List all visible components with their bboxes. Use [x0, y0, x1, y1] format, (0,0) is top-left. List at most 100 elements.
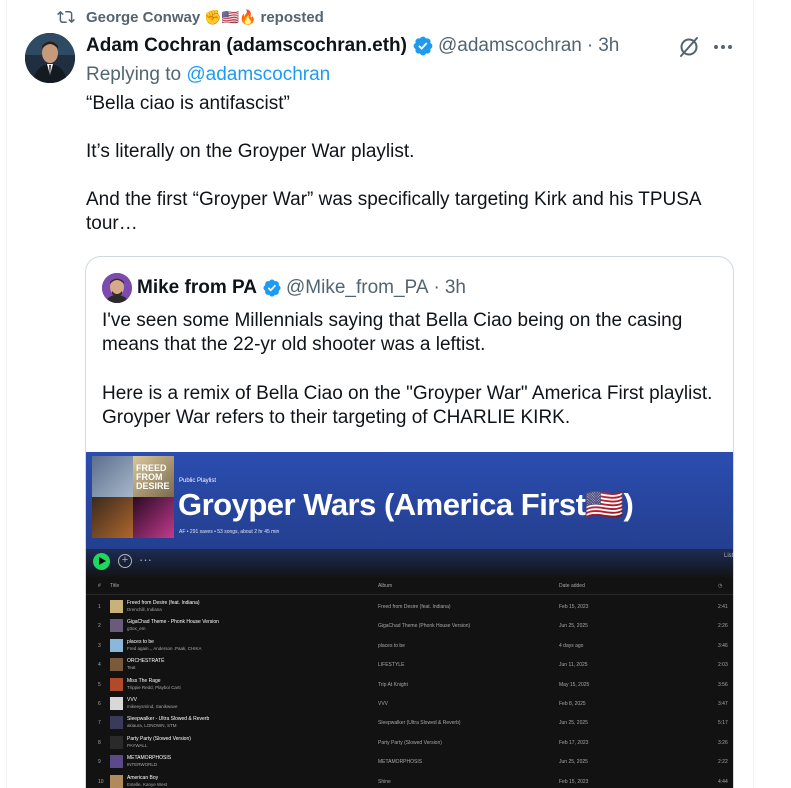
quoted-avatar[interactable]	[102, 273, 132, 303]
table-row: 8 Party Party (Slowed Version) PAYWALL Part…	[86, 733, 733, 752]
quoted-time[interactable]: 3h	[445, 277, 466, 299]
repost-banner[interactable]: George Conway ✊🇺🇸🔥 reposted	[56, 8, 324, 26]
track-duration: 3:26	[718, 739, 728, 746]
track-artist: Estelle, Kanye West	[127, 781, 168, 787]
track-album: GigaChad Theme (Phonk House Version)	[378, 623, 471, 630]
track-date-added: Jun 11, 2025	[559, 662, 588, 669]
table-row: 7 Sleepwalker - Ultra Slowed & Reverb akia…	[86, 713, 733, 732]
track-title: Miss The Rage	[127, 677, 161, 684]
table-row: 1 Freed from Desire (feat. Indiana) Drench…	[86, 597, 733, 616]
track-thumbnail	[110, 696, 123, 710]
table-row: 3 places to be Fred again.., Anderson .Paa…	[86, 636, 733, 655]
track-number: 3	[98, 642, 101, 649]
track-date-added: Feb 15, 2023	[559, 778, 589, 785]
cover-tile	[92, 497, 133, 538]
grok-icon[interactable]	[677, 35, 701, 59]
quoted-header: Mike from PA @Mike_from_PA · 3h	[137, 277, 466, 299]
more-options-icon[interactable]	[711, 35, 735, 59]
track-number: 4	[98, 662, 101, 669]
track-number: 6	[98, 700, 101, 707]
clock-icon: ◷	[718, 583, 723, 589]
verified-badge-icon	[263, 279, 281, 297]
reposter-name[interactable]: George Conway	[86, 9, 200, 26]
quoted-author-name[interactable]: Mike from PA	[137, 277, 257, 299]
track-thumbnail	[110, 658, 123, 672]
track-title: Party Party (Slowed Version)	[127, 735, 191, 742]
track-duration: 2:22	[718, 759, 728, 766]
track-title: Sleepwalker - Ultra Slowed & Reverb	[127, 716, 210, 723]
track-title: GigaChad Theme - Phonk House Version	[127, 619, 219, 626]
table-row: 6 VVV mikeeysmind, Sanikwave VVV Feb 8, 2025…	[86, 694, 733, 713]
list-view-label: List	[724, 553, 734, 559]
track-thumbnail	[110, 600, 123, 613]
track-artist: INTERWORLD	[127, 762, 158, 768]
track-duration: 2:03	[718, 662, 728, 669]
track-number: 9	[98, 759, 101, 766]
track-duration: 3:47	[718, 700, 728, 707]
playlist-screenshot[interactable]: FREED FROM DESIRE Public Playlist Groype…	[86, 452, 734, 788]
quoted-tweet-card[interactable]: Mike from PA @Mike_from_PA · 3h I've see…	[85, 256, 734, 788]
playlist-header: FREED FROM DESIRE Public Playlist Groype…	[86, 452, 733, 549]
reply-prefix: Replying to	[86, 64, 182, 85]
cover-tile: FREED FROM DESIRE	[133, 456, 174, 497]
track-album: Trip At Knight	[378, 681, 408, 688]
track-album: METAMORPHOSIS	[378, 759, 423, 766]
avatar[interactable]	[25, 33, 75, 83]
separator-dot: ·	[433, 277, 440, 298]
table-row: 2 GigaChad Theme - Phonk House Version g3o…	[86, 616, 733, 635]
track-date-added: May 15, 2025	[559, 681, 590, 688]
tweet-time[interactable]: 3h	[598, 35, 619, 57]
track-number: 10	[98, 778, 104, 785]
track-duration: 2:26	[718, 623, 728, 630]
add-icon: +	[118, 554, 132, 568]
track-thumbnail	[110, 638, 123, 652]
track-date-added: 4 days ago	[559, 642, 584, 649]
author-handle[interactable]: @adamscochran	[438, 35, 582, 57]
track-thumbnail	[110, 619, 123, 633]
track-thumbnail	[110, 677, 123, 691]
repost-label: reposted	[260, 8, 324, 26]
track-number: 8	[98, 739, 101, 746]
track-title: VVV	[127, 696, 138, 703]
track-artist: mikeeysmind, Sanikwave	[127, 703, 178, 709]
quoted-paragraph: Here is a remix of Bella Ciao on the "Gr…	[102, 383, 713, 428]
track-album: Sleepwalker (Ultra Slowed & Reverb)	[378, 720, 461, 727]
cover-tile	[133, 497, 174, 538]
reply-mention-link[interactable]: @adamscochran	[186, 64, 330, 85]
separator-dot: ·	[586, 35, 594, 56]
playlist-title: Groyper Wars (America First🇺🇸)	[178, 487, 634, 522]
reposter-emoji: ✊🇺🇸🔥	[204, 8, 257, 25]
author-name[interactable]: Adam Cochran (adamscochran.eth)	[86, 35, 407, 57]
col-album: Album	[378, 583, 393, 589]
ellipsis-icon: ···	[139, 552, 152, 567]
track-duration: 4:44	[718, 778, 728, 785]
track-artist: Trippie Redd, Playboi Carti	[127, 684, 181, 690]
track-artist: Teat	[127, 665, 136, 671]
tweet-text: “Bella ciao is antifascist” It’s literal…	[86, 92, 736, 260]
table-row: 9 METAMORPHOSIS INTERWORLD METAMORPHOSIS Jun…	[86, 752, 733, 771]
track-number: 1	[98, 604, 101, 610]
track-duration: 3:46	[718, 642, 728, 649]
track-title: American Boy	[127, 774, 159, 781]
play-icon	[93, 553, 110, 570]
avatar-image	[25, 33, 75, 83]
track-album: Party Party (Slowed Version)	[378, 739, 442, 746]
playlist-controls: + ··· List	[86, 549, 734, 579]
table-row: 10 American Boy Estelle, Kanye West Shine Fe…	[86, 772, 733, 788]
track-artist: PAYWALL	[127, 742, 148, 748]
track-album: Freed from Desire (feat. Indiana)	[378, 604, 451, 610]
track-date-added: Jun 25, 2025	[559, 623, 588, 630]
track-title: places to be	[127, 638, 154, 645]
track-thumbnail	[110, 755, 123, 769]
playlist-kind: Public Playlist	[179, 478, 217, 484]
track-thumbnail	[110, 716, 123, 730]
cover-text: FREED FROM DESIRE	[136, 463, 170, 491]
col-title: Title	[110, 583, 120, 589]
track-date-added: Jun 25, 2025	[559, 759, 588, 766]
quoted-author-handle[interactable]: @Mike_from_PA	[286, 277, 428, 299]
track-album: places to be	[378, 642, 405, 649]
track-number: 7	[98, 720, 101, 727]
tweet-paragraph: And the first “Groyper War” was specific…	[86, 189, 701, 234]
track-artist: g3ox_em	[127, 626, 146, 632]
tweet-paragraph: “Bella ciao is antifascist”	[86, 93, 290, 114]
